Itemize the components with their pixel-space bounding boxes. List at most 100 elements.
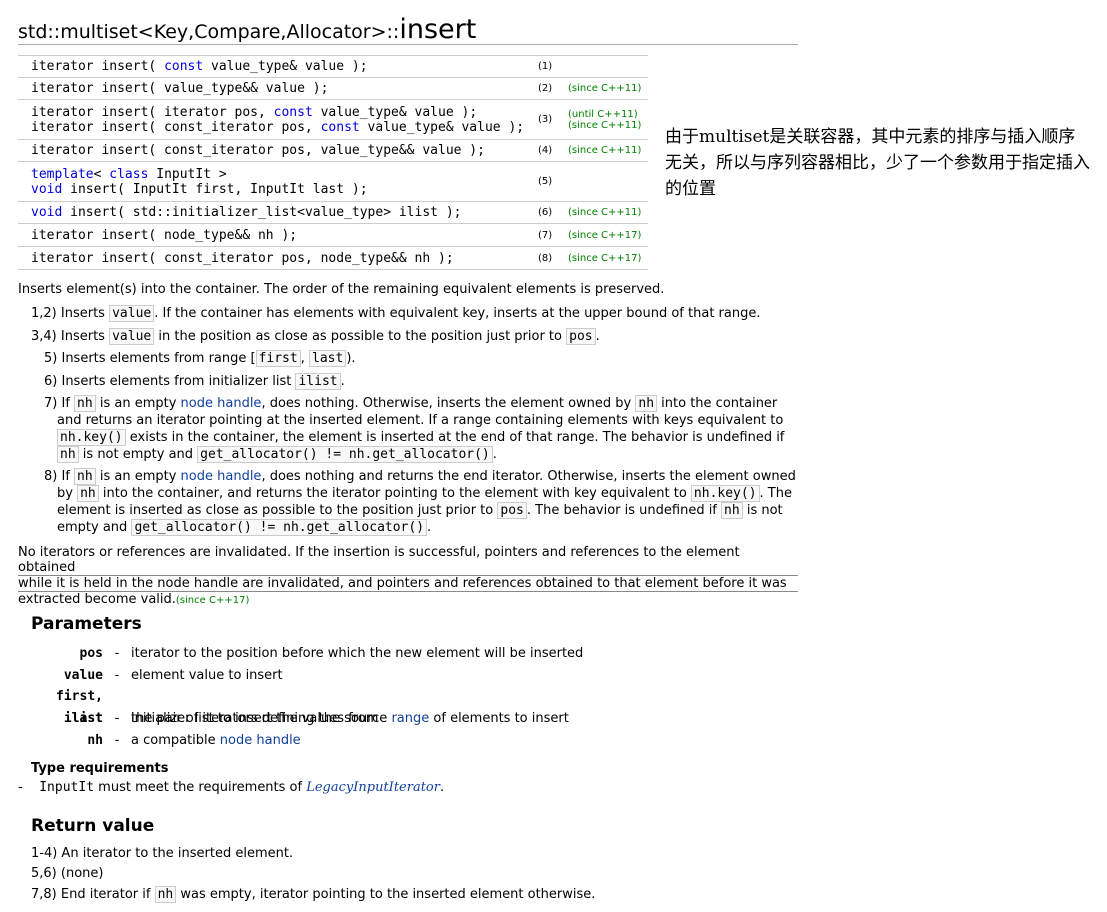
code-nh: nh	[74, 468, 96, 485]
keyword: const	[273, 104, 313, 120]
param-dash: -	[114, 646, 120, 661]
keyword: void	[31, 205, 63, 220]
return-1-4: 1-4) An iterator to the inserted element…	[31, 846, 294, 861]
item-text: by	[57, 486, 73, 501]
code-value: value	[109, 328, 155, 345]
node-handle-link[interactable]: node handle	[181, 469, 262, 484]
param-row-pos: pos - iterator to the position before whic…	[18, 643, 584, 665]
type-requirements-heading: Type requirements	[31, 761, 169, 776]
item-3-4: 3,4) Inserts value in the position as cl…	[31, 328, 600, 345]
declaration-row: iterator insert( node_type&& nh ); (7) (si…	[18, 223, 648, 247]
invalidation-text: No iterators or references are invalidat…	[18, 545, 798, 608]
declaration-row: void insert( std::initializer_list<value…	[18, 201, 648, 224]
code-text: iterator insert( value_type&& value );	[31, 81, 329, 96]
item-text: .	[340, 374, 345, 389]
item-text: element is inserted as close as possible…	[57, 503, 494, 518]
param-desc: a compatible	[131, 733, 216, 748]
item-label: 6)	[44, 374, 58, 389]
code-text: iterator insert( iterator pos,	[31, 104, 274, 120]
item-7: 7) If nh is an empty node handle, does n…	[44, 395, 804, 463]
invalidation-a: No iterators or references are invalidat…	[18, 545, 292, 560]
item-6: 6) Inserts elements from initializer lis…	[44, 373, 345, 390]
item-label: 1,2)	[31, 306, 57, 321]
return-5-6: 5,6) (none)	[31, 866, 104, 881]
declaration-line: void insert( InputIt first, InputIt last…	[31, 182, 538, 197]
since-badge: (until C++11) (since C++11)	[568, 99, 648, 140]
param-row-nh: nh - a compatible node handle	[18, 730, 301, 752]
declaration-code: iterator insert( node_type&& nh );	[18, 223, 538, 247]
req-dash: -	[18, 780, 23, 795]
intro-text: Inserts element(s) into the container. T…	[18, 282, 665, 297]
code-pos: pos	[497, 502, 527, 519]
code-text: iterator insert( const_iterator pos, nod…	[31, 250, 454, 266]
keyword: class	[109, 166, 149, 182]
code-get-allocator: get_allocator() != nh.get_allocator()	[131, 519, 428, 536]
code-nh: nh	[74, 395, 96, 412]
keyword: const	[320, 119, 360, 135]
declaration-line: iterator insert( const value_type& value…	[31, 59, 538, 74]
param-row-value: value - element value to insert	[18, 665, 283, 687]
declaration-line: iterator insert( iterator pos, const val…	[31, 105, 538, 120]
declaration-line: void insert( std::initializer_list<value…	[31, 205, 538, 220]
param-name: value	[63, 668, 103, 683]
item-text: in the position as close as possible to …	[158, 329, 562, 344]
declaration-code: iterator insert( const value_type& value…	[18, 55, 538, 78]
declaration-code: iterator insert( value_type&& value );	[18, 77, 538, 100]
param-name: nh	[87, 733, 103, 748]
item-text: . The behavior is undefined if	[526, 503, 717, 518]
item-text: . If the container has elements with equ…	[154, 306, 761, 321]
item-text: ,	[300, 351, 305, 366]
item-label: 8)	[44, 469, 58, 484]
code-text: iterator insert(	[31, 59, 165, 74]
code-text: iterator insert( const_iterator pos, val…	[31, 143, 485, 158]
declaration-row: iterator insert( const_iterator pos, val…	[18, 139, 648, 162]
item-label: 3,4)	[31, 329, 57, 344]
item-text: Inserts elements from range [	[61, 351, 256, 366]
invalidation-d: extracted become valid.	[18, 592, 176, 607]
item-text: .	[427, 520, 432, 535]
item-text: ).	[346, 351, 356, 366]
item-text: . The	[759, 486, 792, 501]
code-nh: nh	[721, 502, 743, 519]
code-nh: nh	[154, 886, 177, 903]
item-text: into the container	[661, 396, 778, 411]
keyword: const	[164, 59, 204, 74]
item-text: and returns an iterator pointing at the …	[57, 413, 784, 428]
title-function-name: insert	[399, 14, 477, 45]
return-text: 7,8) End iterator if	[31, 887, 151, 902]
since-badge: (since C++17)	[568, 223, 648, 247]
until-badge: (until C++11)	[568, 108, 638, 120]
parameters-heading: Parameters	[31, 614, 142, 634]
declaration-code: iterator insert( iterator pos, const val…	[18, 99, 538, 140]
code-nh: nh	[635, 395, 658, 412]
declaration-line: template< class InputIt >	[31, 167, 538, 182]
declaration-line: iterator insert( const_iterator pos, nod…	[31, 251, 538, 266]
invalidation-c: while it is held in the node handle are …	[18, 576, 787, 591]
code-nh-key: nh.key()	[57, 429, 126, 446]
node-handle-link[interactable]: node handle	[220, 733, 301, 748]
item-text: , does nothing and returns the end itera…	[261, 469, 796, 484]
item-text: .	[492, 447, 497, 462]
item-1-2: 1,2) Inserts value. If the container has…	[31, 305, 760, 322]
node-handle-link[interactable]: node handle	[181, 396, 262, 411]
code-inputit: InputIt	[39, 780, 95, 795]
overload-number: (4)	[538, 139, 568, 162]
range-link[interactable]: range	[391, 711, 429, 726]
code-text: value_type& value );	[312, 104, 478, 120]
item-text: into the container, and returns the iter…	[102, 486, 687, 501]
item-label: 7)	[44, 396, 58, 411]
item-text: Inserts elements from initializer list	[61, 374, 292, 389]
since-badge: (since C++11)	[568, 119, 642, 131]
code-value: value	[109, 305, 155, 322]
title-prefix: std::multiset<Key,Compare,Allocator>::	[18, 21, 400, 43]
since-badge: (since C++11)	[568, 139, 648, 162]
declaration-line: iterator insert( const_iterator pos, val…	[31, 143, 538, 158]
item-text: Inserts	[60, 306, 105, 321]
declaration-code: template< class InputIt > void insert( In…	[18, 161, 538, 202]
code-text: value_type& value );	[359, 119, 525, 135]
declaration-code: iterator insert( const_iterator pos, val…	[18, 139, 538, 162]
overload-number: (7)	[538, 223, 568, 247]
legacy-input-iterator-link[interactable]: LegacyInputIterator	[306, 780, 440, 795]
code-nh-key: nh.key()	[690, 485, 760, 502]
item-text: is an empty	[99, 469, 177, 484]
